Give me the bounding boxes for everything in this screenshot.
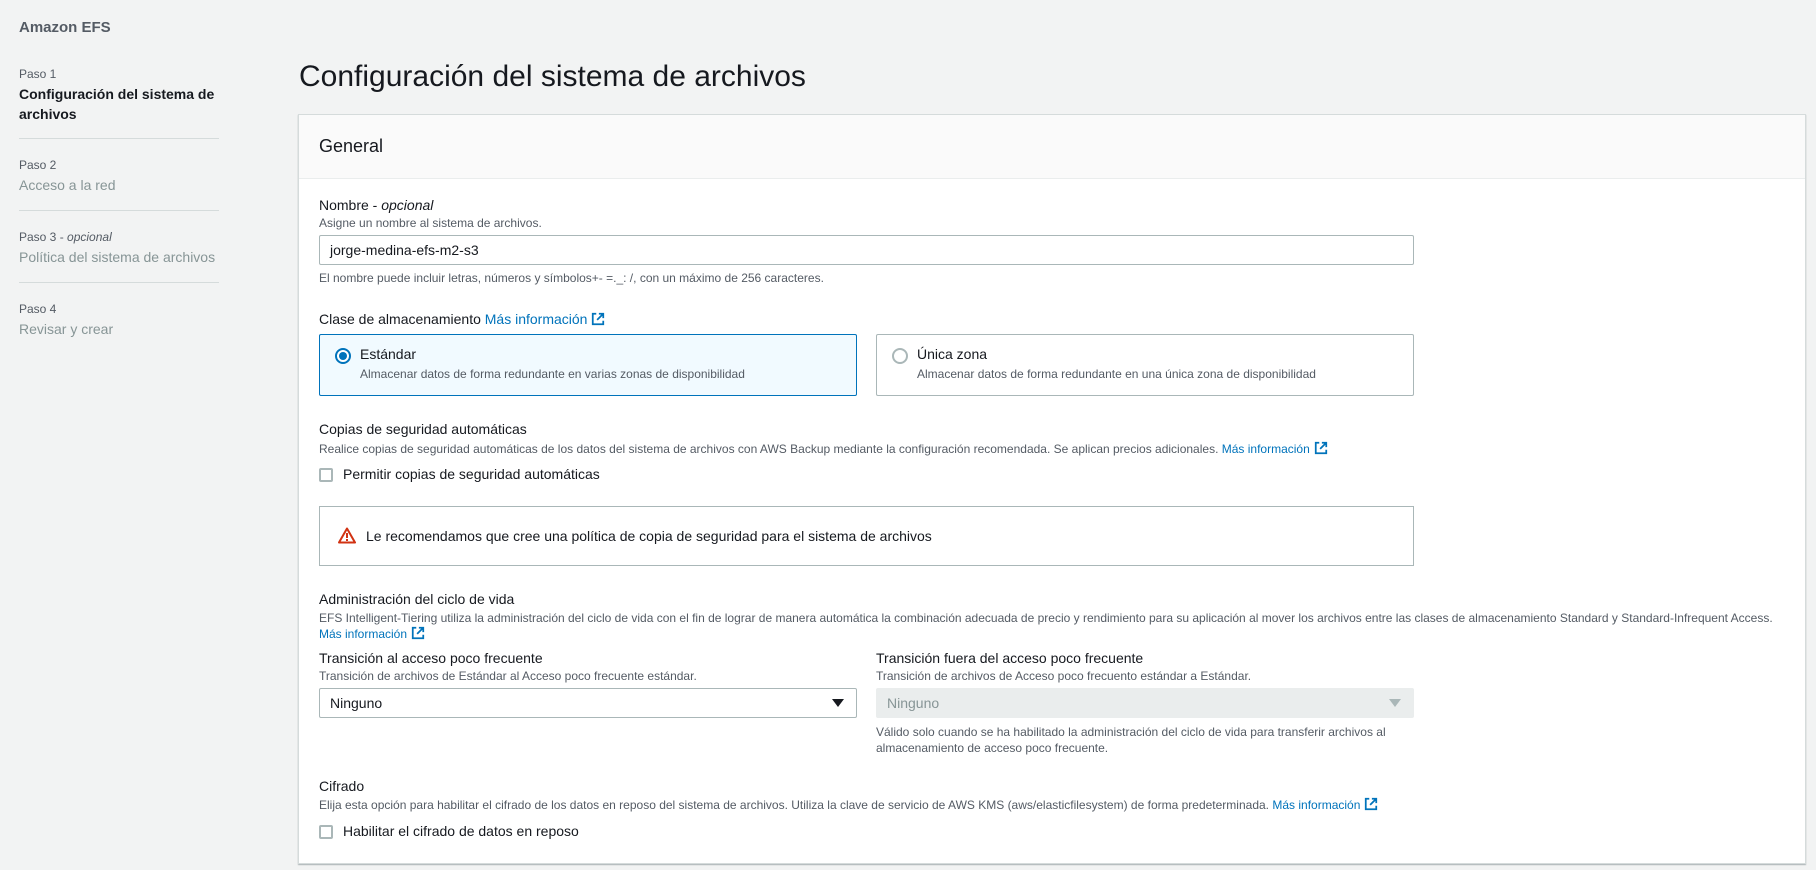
step-title: Política del sistema de archivos	[19, 249, 216, 265]
select-value: Ninguno	[887, 695, 940, 711]
step-title: Acceso a la red	[19, 177, 116, 193]
backups-checkbox-label[interactable]: Permitir copias de seguridad automáticas	[343, 466, 600, 482]
lifecycle-description: EFS Intelligent-Tiering utiliza la admin…	[319, 611, 1773, 641]
service-name: Amazon EFS	[19, 19, 111, 36]
step-4[interactable]: Paso 4 Revisar y crear	[19, 283, 219, 343]
transition-to-ia-label: Transición al acceso poco frecuente	[319, 650, 543, 666]
name-constraint: El nombre puede incluir letras, números …	[319, 271, 824, 285]
transition-to-ia-description: Transición de archivos de Estándar al Ac…	[319, 669, 697, 683]
step-title: Revisar y crear	[19, 321, 114, 337]
general-panel: General Nombre - opcional Asigne un nomb…	[298, 114, 1806, 864]
wizard-steps: Paso 1 Configuración del sistema de arch…	[19, 66, 219, 343]
step-title: Configuración del sistema de archivos	[19, 86, 215, 122]
step-3[interactable]: Paso 3 - opcional Política del sistema d…	[19, 211, 219, 283]
backups-info-link[interactable]: Más información	[1222, 441, 1328, 456]
name-description: Asigne un nombre al sistema de archivos.	[319, 216, 542, 230]
caret-down-icon	[832, 699, 844, 707]
lifecycle-label: Administración del ciclo de vida	[319, 591, 515, 607]
transition-to-ia-select[interactable]: Ninguno	[319, 688, 857, 718]
encryption-checkbox[interactable]	[319, 825, 333, 839]
panel-title: General	[319, 136, 384, 156]
name-input[interactable]: jorge-medina-efs-m2-s3	[319, 235, 1414, 265]
panel-header: General	[299, 115, 1805, 179]
storage-class-label: Clase de almacenamiento Más información	[319, 311, 605, 327]
transition-from-ia-label: Transición fuera del acceso poco frecuen…	[876, 650, 1144, 666]
backups-description: Realice copias de seguridad automáticas …	[319, 441, 1328, 457]
caret-down-icon	[1389, 699, 1401, 707]
encryption-info-link[interactable]: Más información	[1272, 797, 1378, 812]
external-link-icon	[411, 626, 425, 640]
radio-button-selected[interactable]	[335, 348, 351, 364]
storage-option-standard[interactable]: Estándar Almacenar datos de forma redund…	[319, 334, 857, 396]
select-value: Ninguno	[330, 695, 383, 711]
step-number: Paso 4	[19, 302, 57, 316]
transition-from-ia-constraint: Válido solo cuando se ha habilitado la a…	[876, 725, 1386, 755]
step-number: Paso 3 - opcional	[19, 230, 112, 244]
storage-option-one-zone[interactable]: Única zona Almacenar datos de forma redu…	[876, 334, 1414, 396]
step-1[interactable]: Paso 1 Configuración del sistema de arch…	[19, 66, 219, 139]
external-link-icon	[1365, 797, 1378, 811]
backup-warning-alert: Le recomendamos que cree una política de…	[319, 506, 1414, 566]
encryption-description: Elija esta opción para habilitar el cifr…	[319, 797, 1378, 813]
tile-label: Única zona	[917, 346, 988, 362]
optional-tag: opcional	[381, 197, 434, 213]
warning-icon	[338, 527, 356, 544]
external-link-icon	[592, 312, 605, 326]
lifecycle-info-link[interactable]: Más información	[319, 626, 425, 641]
backups-label: Copias de seguridad automáticas	[319, 421, 527, 437]
storage-class-info-link[interactable]: Más información	[485, 311, 606, 327]
step-number: Paso 2	[19, 158, 57, 172]
tile-description: Almacenar datos de forma redundante en v…	[360, 367, 745, 381]
name-label: Nombre - opcional	[319, 197, 434, 213]
external-link-icon	[1314, 441, 1327, 455]
tile-description: Almacenar datos de forma redundante en u…	[917, 367, 1316, 381]
backups-checkbox[interactable]	[319, 468, 333, 482]
tile-label: Estándar	[360, 346, 417, 362]
transition-from-ia-description: Transición de archivos de Acceso poco fr…	[876, 669, 1252, 683]
step-2[interactable]: Paso 2 Acceso a la red	[19, 139, 219, 211]
radio-button[interactable]	[892, 348, 908, 364]
page-title: Configuración del sistema de archivos	[299, 60, 806, 93]
encryption-checkbox-label[interactable]: Habilitar el cifrado de datos en reposo	[343, 823, 579, 839]
transition-from-ia-select: Ninguno	[876, 688, 1414, 718]
step-optional: opcional	[67, 230, 112, 244]
step-number: Paso 1	[19, 67, 57, 81]
encryption-label: Cifrado	[319, 778, 365, 794]
warning-message: Le recomendamos que cree una política de…	[366, 528, 932, 544]
